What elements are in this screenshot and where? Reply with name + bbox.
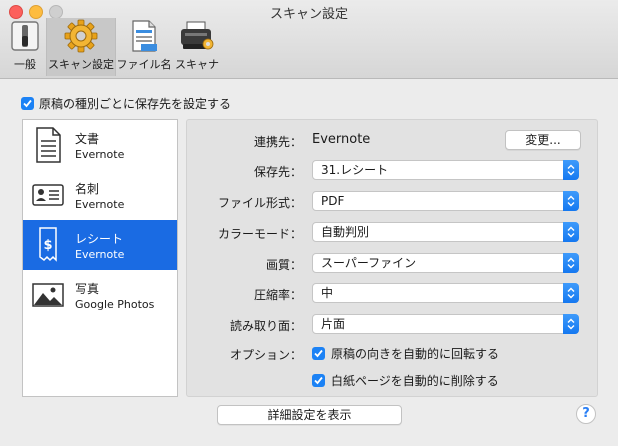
help-button[interactable]: ? [576,404,596,424]
options-label: オプション： [229,348,302,362]
gear-icon [61,18,101,54]
color-mode-label: カラーモード： [217,227,302,241]
save-to-label: 保存先： [253,165,302,179]
color-mode-select[interactable]: 自動判別 [312,222,579,242]
updown-arrow-icon [563,253,579,273]
format-select[interactable]: PDF [312,191,579,211]
updown-arrow-icon [563,283,579,303]
document-icon [36,127,61,163]
updown-arrow-icon [563,191,579,211]
updown-arrow-icon [563,314,579,334]
toolbar-scan-settings[interactable]: スキャン設定 [46,18,116,76]
svg-text:$: $ [43,238,52,253]
scanner-icon [177,18,217,54]
list-item-receipt[interactable]: $ レシート Evernote [23,220,177,270]
list-item-photo[interactable]: 写真 Google Photos [23,270,177,320]
list-item-document[interactable]: 文書 Evernote [23,120,177,170]
scan-side-label: 読み取り面： [229,319,302,333]
quality-select[interactable]: スーパーファイン [312,253,579,273]
checkmark-icon [314,349,323,358]
file-name-icon [124,18,164,54]
per-type-destination-checkbox[interactable] [21,97,34,110]
blank-page-removal-option[interactable]: 白紙ページを自動的に削除する [312,372,499,389]
auto-rotate-checkbox[interactable] [312,347,325,360]
receipt-icon: $ [39,227,57,262]
per-type-destination-option[interactable]: 原稿の種別ごとに保存先を設定する [21,95,231,112]
updown-arrow-icon [563,160,579,180]
titlebar: スキャン設定 一般 スキャン設定 ファイル名 スキャナ [0,0,618,79]
format-label: ファイル形式： [217,196,302,210]
switch-icon [5,18,45,54]
scan-side-select[interactable]: 片面 [312,314,579,334]
blank-page-removal-checkbox[interactable] [312,374,325,387]
auto-rotate-option[interactable]: 原稿の向きを自動的に回転する [312,345,499,362]
photo-icon [32,283,64,307]
change-button[interactable]: 変更... [505,130,581,150]
business-card-icon [32,184,64,206]
link-label: 連携先： [253,135,302,149]
scan-settings-window: スキャン設定 一般 スキャン設定 ファイル名 スキャナ 原稿の種別ごとに保存先を… [0,0,618,446]
document-type-list: 文書 Evernote 名刺 Evernote $ レシート Evernote [22,119,178,397]
toolbar-file-name[interactable]: ファイル名 [117,18,172,76]
link-value: Evernote [312,132,371,147]
save-to-select[interactable]: 31.レシート [312,160,579,180]
compression-select[interactable]: 中 [312,283,579,303]
quality-label: 画質： [265,258,302,272]
show-advanced-settings-button[interactable]: 詳細設定を表示 [217,405,402,425]
updown-arrow-icon [563,222,579,242]
checkmark-icon [314,376,323,385]
list-item-business-card[interactable]: 名刺 Evernote [23,170,177,220]
compression-label: 圧縮率： [253,288,302,302]
checkmark-icon [23,99,32,108]
toolbar-scanner[interactable]: スキャナ [174,18,220,76]
toolbar-general[interactable]: 一般 [6,18,44,76]
